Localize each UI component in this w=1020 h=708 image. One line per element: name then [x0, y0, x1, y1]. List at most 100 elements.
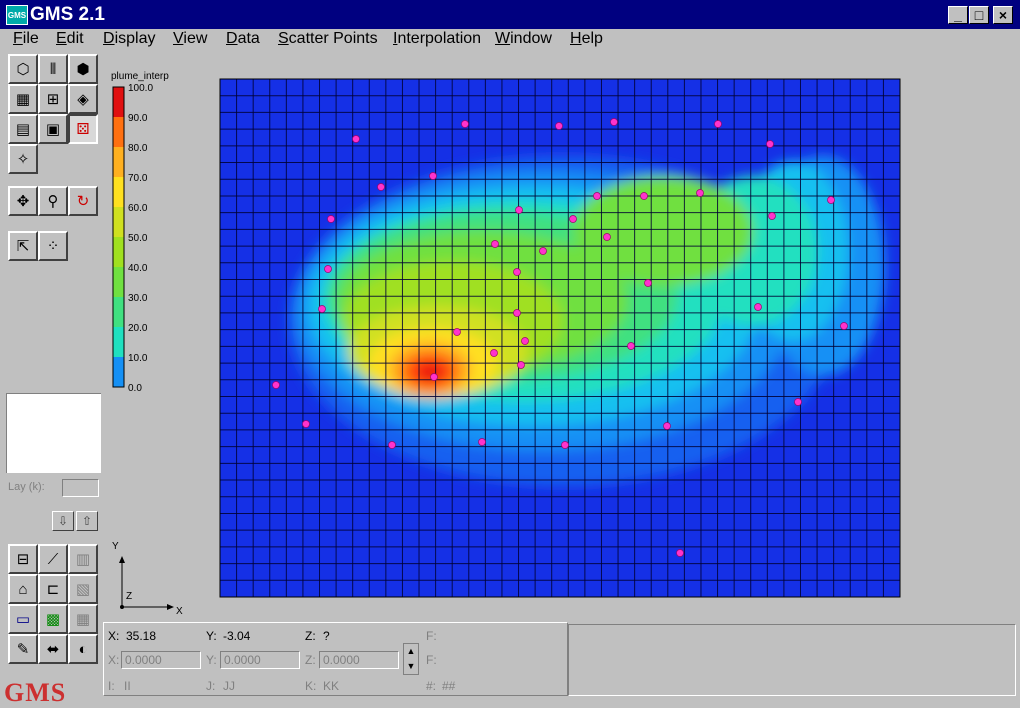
scatter-point[interactable] — [388, 441, 396, 449]
scatter-point[interactable] — [627, 342, 635, 350]
grid-2d-module-icon[interactable]: ▦ — [8, 84, 38, 114]
title-bar: GMS GMS 2.1 _ □ × — [0, 0, 1020, 29]
status-x-label: X: — [108, 629, 120, 643]
legend-tick-labels: 100.0 90.0 80.0 70.0 60.0 50.0 40.0 30.0 20.0 10.… — [128, 83, 153, 394]
menu-display[interactable]: Display — [103, 30, 155, 48]
zoom-tool-icon[interactable]: ⚲ — [38, 186, 68, 216]
scatter-point[interactable] — [429, 172, 437, 180]
scatter-point[interactable] — [461, 120, 469, 128]
scatter-point[interactable] — [490, 349, 498, 357]
scatter-point[interactable] — [768, 212, 776, 220]
menu-view[interactable]: View — [173, 30, 207, 48]
layer-field[interactable] — [62, 479, 99, 497]
close-button[interactable]: × — [993, 6, 1013, 24]
scatter-point[interactable] — [318, 305, 326, 313]
z-spinner[interactable]: ▲ ▼ — [403, 643, 419, 675]
scatter-2d-module-icon[interactable]: ◈ — [68, 84, 98, 114]
scatter-point[interactable] — [302, 420, 310, 428]
minimize-button[interactable]: _ — [948, 6, 968, 24]
status-j-value: JJ — [223, 679, 235, 693]
scatter-point[interactable] — [676, 549, 684, 557]
menu-data[interactable]: Data — [226, 30, 260, 48]
status-y-value: -3.04 — [223, 629, 251, 643]
plume-contour-plot[interactable]: plume_interp 100.0 90.0 80.0 70.0 60.0 50.0 40… — [103, 51, 1020, 622]
borehole-module-icon[interactable]: ⦀ — [38, 54, 68, 84]
scatter-point[interactable] — [377, 183, 385, 191]
scatter-point[interactable] — [696, 189, 704, 197]
scatter-point[interactable] — [491, 240, 499, 248]
side-view-icon[interactable]: ⊏ — [38, 574, 68, 604]
maximize-button[interactable]: □ — [969, 6, 989, 24]
scatter-point[interactable] — [794, 398, 802, 406]
scatter-point[interactable] — [453, 328, 461, 336]
gms-app-icon[interactable]: GMS — [6, 5, 28, 25]
view-option-icon[interactable]: ▥ — [68, 544, 98, 574]
scatter-point[interactable] — [714, 120, 722, 128]
view-option2-icon[interactable]: ▧ — [68, 574, 98, 604]
scatter-point[interactable] — [555, 122, 563, 130]
layer-up-icon[interactable]: ⇧ — [76, 511, 98, 531]
map-module-icon[interactable]: ✧ — [8, 144, 38, 174]
graphics-window[interactable]: plume_interp 100.0 90.0 80.0 70.0 60.0 50.0 40… — [103, 51, 1020, 622]
scatter-point[interactable] — [569, 215, 577, 223]
brush-tool-icon[interactable]: ✎ — [8, 634, 38, 664]
mesh-3d-module-icon[interactable]: ▤ — [8, 114, 38, 144]
menu-edit[interactable]: Edit — [56, 30, 84, 48]
legend-tick-label: 80.0 — [128, 143, 148, 154]
edit-y-field[interactable]: 0.0000 — [220, 651, 300, 669]
menu-help[interactable]: Help — [570, 30, 603, 48]
grid-3d-module-icon[interactable]: ▣ — [38, 114, 68, 144]
scatter-point[interactable] — [827, 196, 835, 204]
scatter-point[interactable] — [640, 192, 648, 200]
scatter-point[interactable] — [766, 140, 774, 148]
mesh-2d-module-icon[interactable]: ⊞ — [38, 84, 68, 114]
oblique-view-icon[interactable]: ⟋ — [38, 544, 68, 574]
top-view-icon[interactable]: ⌂ — [8, 574, 38, 604]
scatter-point[interactable] — [515, 206, 523, 214]
light-source-icon[interactable]: ◐ — [68, 634, 98, 664]
scatter-point[interactable] — [272, 381, 280, 389]
scatter-point[interactable] — [644, 279, 652, 287]
edit-z-field[interactable]: 0.0000 — [319, 651, 399, 669]
scatter-point[interactable] — [517, 361, 525, 369]
scatter-point[interactable] — [513, 268, 521, 276]
rotate-tool-icon[interactable]: ↻ — [68, 186, 98, 216]
legend-swatch — [113, 357, 124, 387]
menu-window[interactable]: Window — [495, 30, 552, 48]
front-view-icon[interactable]: ⊟ — [8, 544, 38, 574]
scatter-point[interactable] — [352, 135, 360, 143]
shading-display-icon[interactable]: ▦ — [68, 604, 98, 634]
scatter-point[interactable] — [593, 192, 601, 200]
tin-module-icon[interactable]: ⬡ — [8, 54, 38, 84]
scatter-point[interactable] — [324, 265, 332, 273]
scatter-point[interactable] — [513, 309, 521, 317]
scatter-point[interactable] — [430, 373, 438, 381]
select-region-tool-icon[interactable]: ⁘ — [38, 231, 68, 261]
scatter-point[interactable] — [610, 118, 618, 126]
move-arrows-icon[interactable]: ⬌ — [38, 634, 68, 664]
menu-scatter-points[interactable]: Scatter Points — [278, 30, 378, 48]
menu-interpolation[interactable]: Interpolation — [393, 30, 481, 48]
scatter-point[interactable] — [561, 441, 569, 449]
display-monitor-icon[interactable]: ▭ — [8, 604, 38, 634]
scatter-point[interactable] — [478, 438, 486, 446]
contour-display-icon[interactable]: ▩ — [38, 604, 68, 634]
scatter-point[interactable] — [840, 322, 848, 330]
select-point-tool-icon[interactable]: ⇱ — [8, 231, 38, 261]
pan-tool-icon[interactable]: ✥ — [8, 186, 38, 216]
scatter-point[interactable] — [603, 233, 611, 241]
solid-module-icon[interactable]: ⬢ — [68, 54, 98, 84]
scatter-point[interactable] — [521, 337, 529, 345]
scatter-point[interactable] — [663, 422, 671, 430]
scatter-3d-module-icon[interactable]: ⚄ — [68, 114, 98, 144]
legend-color-bar — [112, 86, 125, 388]
legend-swatch — [113, 207, 124, 237]
layer-down-icon[interactable]: ⇩ — [52, 511, 74, 531]
scatter-point[interactable] — [327, 215, 335, 223]
status-f1-label: F: — [426, 629, 437, 643]
scatter-point[interactable] — [754, 303, 762, 311]
status-n-value: ## — [442, 679, 456, 693]
edit-x-field[interactable]: 0.0000 — [121, 651, 201, 669]
scatter-point[interactable] — [539, 247, 547, 255]
menu-file[interactable]: File — [13, 30, 39, 48]
